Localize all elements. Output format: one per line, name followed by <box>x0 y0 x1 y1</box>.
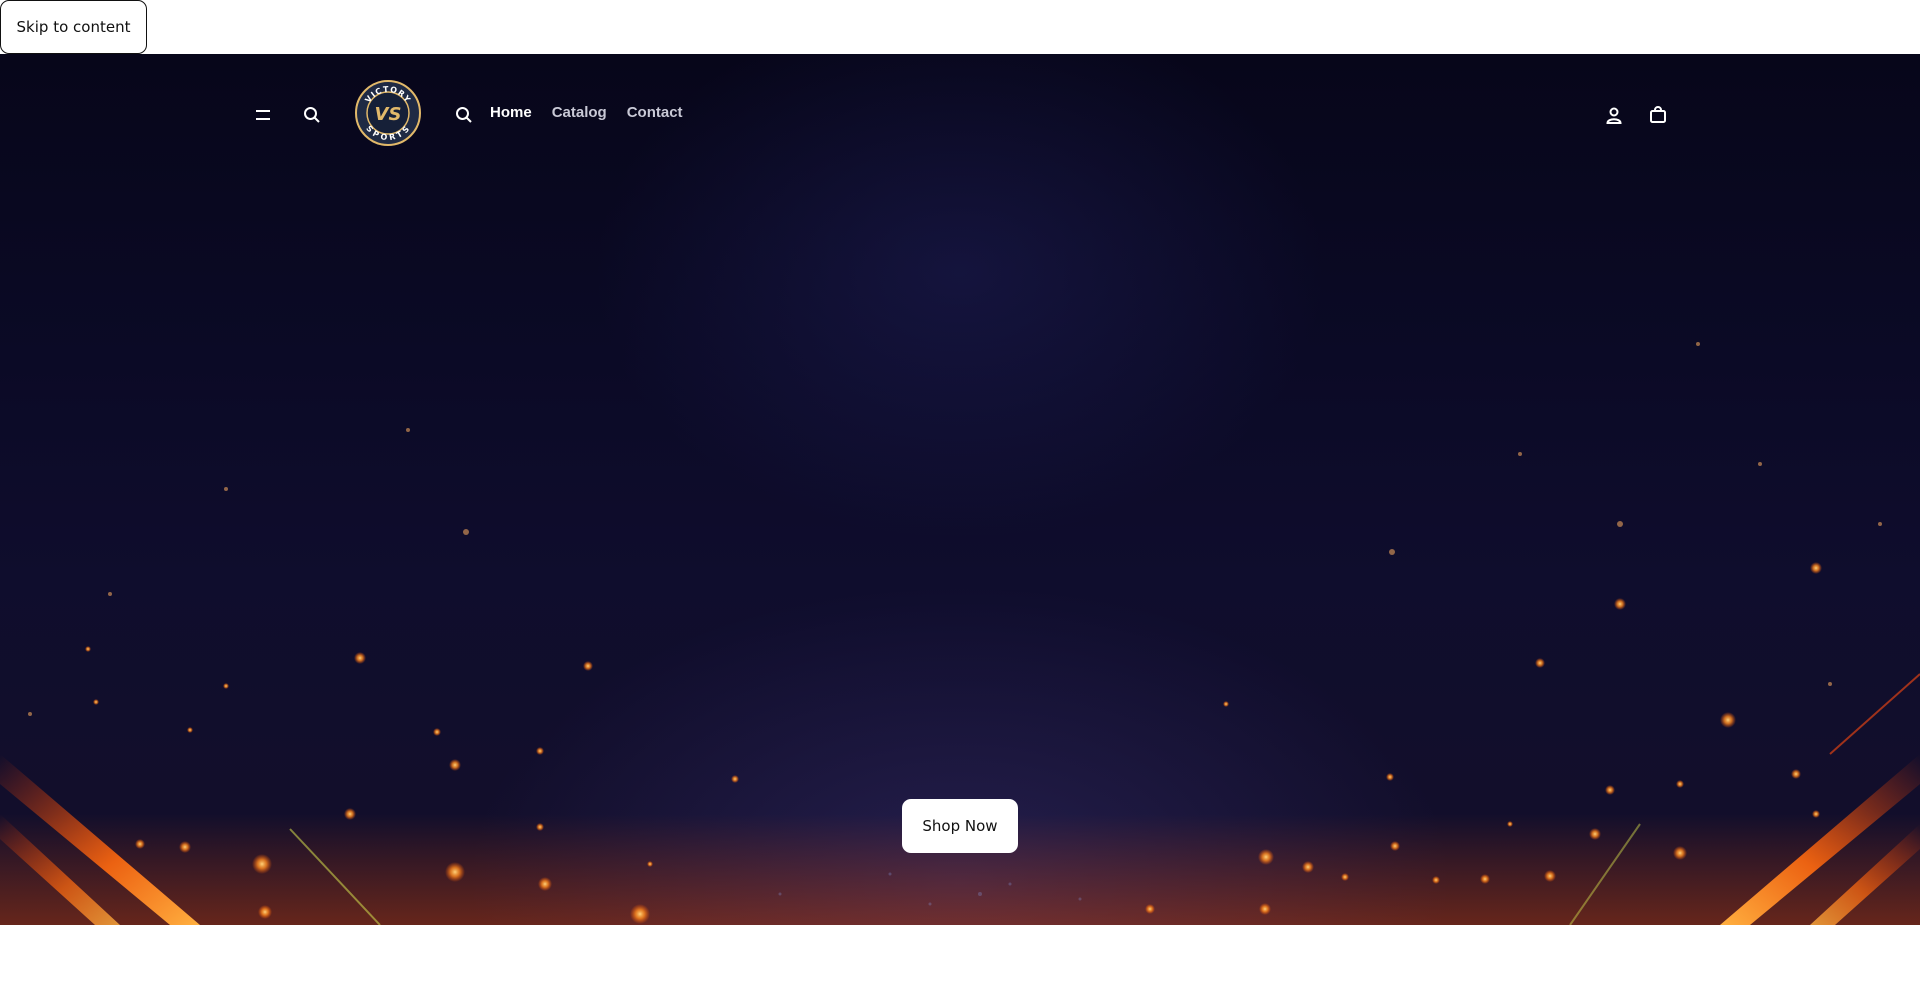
hero-banner <box>0 54 1920 925</box>
victory-sports-logo[interactable]: VICTORY SPORTS VS <box>355 80 421 146</box>
main-navigation: Home Catalog Contact <box>490 104 683 121</box>
hero-background-image <box>0 342 1920 925</box>
top-bar: Skip to content <box>0 0 1920 54</box>
shopping-bag-icon[interactable] <box>1643 100 1673 130</box>
site-header <box>0 54 1920 174</box>
skip-to-content-link[interactable]: Skip to content <box>0 0 147 54</box>
nav-home-link[interactable]: Home <box>490 104 532 121</box>
nav-contact-link[interactable]: Contact <box>627 104 683 121</box>
nav-catalog-link[interactable]: Catalog <box>552 104 607 121</box>
shop-now-button[interactable]: Shop Now <box>902 799 1018 853</box>
search-icon[interactable] <box>297 100 327 130</box>
user-account-icon[interactable] <box>1599 100 1629 130</box>
hamburger-menu-icon[interactable] <box>248 100 278 130</box>
logo-monogram: VS <box>375 104 402 125</box>
nav-search-icon[interactable] <box>449 100 479 130</box>
